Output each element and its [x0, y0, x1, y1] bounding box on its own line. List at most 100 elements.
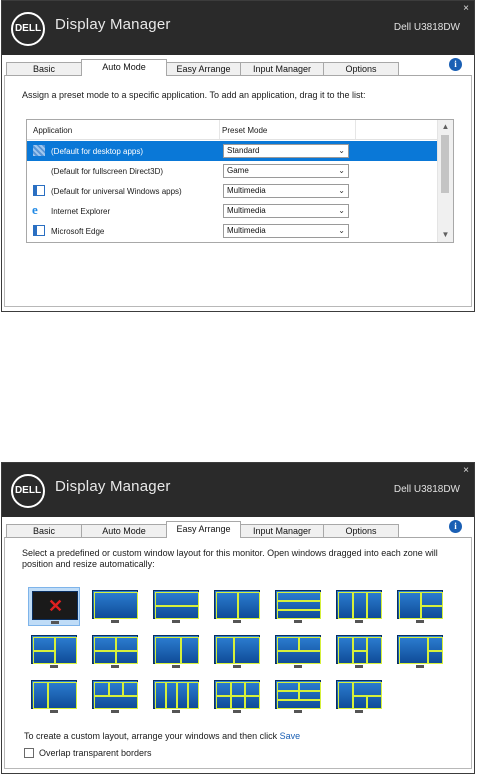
tab-easy-arrange[interactable]: Easy Arrange	[166, 521, 241, 538]
layout-zone	[245, 682, 260, 696]
layout-zone	[216, 637, 234, 664]
tab-input-manager[interactable]: Input Manager	[240, 524, 324, 537]
tab-auto-mode[interactable]: Auto Mode	[81, 59, 167, 76]
layout-option-17[interactable]	[150, 677, 202, 716]
chevron-down-icon: ⌄	[338, 166, 345, 175]
layout-option-6[interactable]	[333, 587, 385, 626]
tab-options[interactable]: Options	[323, 524, 399, 537]
column-header-application[interactable]: Application	[33, 126, 72, 135]
layout-zone	[352, 592, 368, 619]
layout-option-14[interactable]	[394, 632, 446, 671]
column-separator	[355, 120, 356, 139]
layout-zone	[428, 650, 443, 664]
monitor-thumbnail	[92, 680, 138, 709]
monitor-stand	[50, 665, 58, 668]
overlap-borders-label[interactable]: Overlap transparent borders	[39, 748, 152, 758]
list-item-desktop-apps[interactable]: (Default for desktop apps) Standard ⌄	[27, 141, 439, 161]
app-name: Microsoft Edge	[51, 227, 105, 236]
layout-option-19[interactable]	[272, 677, 324, 716]
layout-option-12[interactable]	[272, 632, 324, 671]
layout-option-10[interactable]	[150, 632, 202, 671]
close-icon[interactable]: ×	[463, 4, 469, 14]
layout-zone	[277, 682, 299, 691]
app-title: Display Manager	[55, 478, 171, 495]
preset-mode-dropdown[interactable]: Multimedia ⌄	[223, 224, 349, 238]
monitor-thumbnail	[31, 680, 77, 709]
layout-option-8[interactable]	[28, 632, 80, 671]
layout-zone	[216, 592, 238, 619]
preset-mode-dropdown[interactable]: Multimedia ⌄	[223, 204, 349, 218]
app-name: (Default for universal Windows apps)	[51, 187, 182, 196]
layout-zone	[55, 637, 77, 664]
monitor-model: Dell U3818DW	[393, 22, 460, 33]
monitor-stand	[51, 621, 59, 624]
vertical-scrollbar[interactable]: ▲ ▼	[437, 120, 453, 242]
layout-option-7[interactable]	[394, 587, 446, 626]
layout-option-11[interactable]	[211, 632, 263, 671]
monitor-thumbnail	[214, 590, 260, 619]
monitor-thumbnail	[275, 680, 321, 709]
overlap-borders-checkbox[interactable]	[24, 748, 34, 758]
layout-zone	[188, 682, 199, 709]
list-item-fullscreen-direct3d[interactable]: (Default for fullscreen Direct3D) Game ⌄	[27, 161, 439, 181]
layout-zone	[299, 690, 321, 701]
chevron-down-icon: ⌄	[338, 226, 345, 235]
layout-zone	[177, 682, 188, 709]
list-item-universal-windows-apps[interactable]: (Default for universal Windows apps) Mul…	[27, 181, 439, 201]
scroll-thumb[interactable]	[441, 135, 449, 193]
layout-zone	[238, 592, 260, 619]
chevron-down-icon: ⌄	[338, 206, 345, 215]
tab-basic[interactable]: Basic	[6, 524, 82, 537]
preset-mode-dropdown[interactable]: Game ⌄	[223, 164, 349, 178]
layout-option-13[interactable]	[333, 632, 385, 671]
layout-zone	[367, 592, 382, 619]
scroll-down-icon[interactable]: ▼	[438, 228, 453, 242]
layout-zone	[245, 695, 260, 709]
window-app-icon	[33, 185, 45, 196]
layout-zone	[230, 682, 246, 696]
tab-easy-arrange[interactable]: Easy Arrange	[166, 62, 241, 75]
tab-bar: Basic Auto Mode Easy Arrange Input Manag…	[2, 58, 474, 76]
tab-input-manager[interactable]: Input Manager	[240, 62, 324, 75]
layout-zone	[352, 682, 382, 696]
layout-option-18[interactable]	[211, 677, 263, 716]
monitor-stand	[233, 710, 241, 713]
tab-options[interactable]: Options	[323, 62, 399, 75]
info-icon[interactable]: i	[449, 58, 462, 71]
save-link[interactable]: Save	[280, 731, 301, 741]
column-separator	[219, 120, 220, 139]
dell-logo-text: DELL	[14, 485, 42, 496]
layout-option-15[interactable]	[28, 677, 80, 716]
layout-zone	[277, 610, 321, 619]
layout-option-16[interactable]	[89, 677, 141, 716]
layout-option-4[interactable]	[211, 587, 263, 626]
layout-option-5[interactable]	[272, 587, 324, 626]
layout-option-3[interactable]	[150, 587, 202, 626]
column-header-preset-mode[interactable]: Preset Mode	[222, 126, 267, 135]
tab-auto-mode[interactable]: Auto Mode	[81, 524, 167, 537]
layout-zone	[108, 682, 124, 696]
monitor-thumbnail	[92, 635, 138, 664]
layout-zone	[421, 592, 443, 606]
layout-option-9[interactable]	[89, 632, 141, 671]
tab-basic[interactable]: Basic	[6, 62, 82, 75]
layout-option-2[interactable]	[89, 587, 141, 626]
scroll-up-icon[interactable]: ▲	[438, 120, 453, 134]
instruction-text: Select a predefined or custom window lay…	[22, 548, 438, 569]
list-item-microsoft-edge[interactable]: Microsoft Edge Multimedia ⌄	[27, 221, 439, 241]
preset-mode-dropdown[interactable]: Multimedia ⌄	[223, 184, 349, 198]
application-list[interactable]: Application Preset Mode (Default for des…	[26, 119, 454, 243]
layout-zone	[94, 592, 138, 619]
layout-zone	[33, 637, 55, 651]
dell-logo: DELL	[11, 474, 45, 508]
monitor-stand	[111, 620, 119, 623]
layout-option-20[interactable]	[333, 677, 385, 716]
layout-zone	[33, 682, 48, 709]
close-icon[interactable]: ×	[463, 466, 469, 476]
preset-mode-dropdown[interactable]: Standard ⌄	[223, 144, 349, 158]
layout-option-1[interactable]: ✕	[28, 587, 80, 626]
info-icon[interactable]: i	[449, 520, 462, 533]
app-title: Display Manager	[55, 16, 171, 33]
list-item-internet-explorer[interactable]: e Internet Explorer Multimedia ⌄	[27, 201, 439, 221]
chevron-down-icon: ⌄	[338, 186, 345, 195]
